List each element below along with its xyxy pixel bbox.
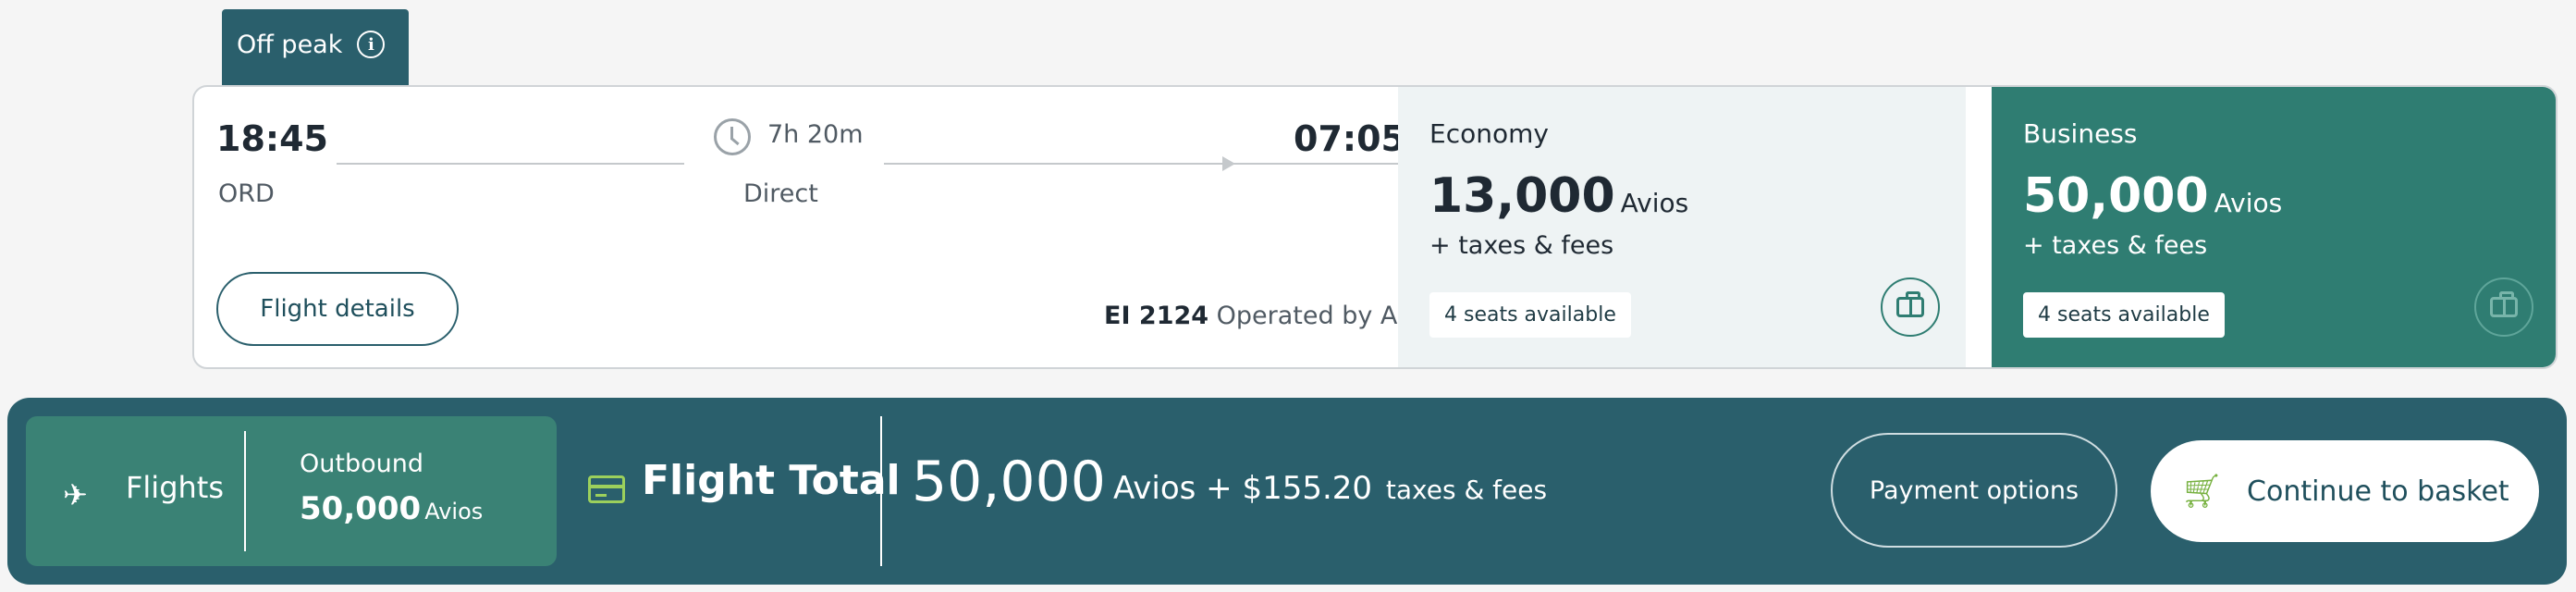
cabin-name: Economy xyxy=(1429,118,1549,149)
divider xyxy=(244,431,246,551)
baggage-icon[interactable] xyxy=(2474,278,2533,337)
flight-card: 18:45 ORD 7h 20m Direct 07:05 DUB (+1 da… xyxy=(192,85,2558,369)
info-icon[interactable]: i xyxy=(357,31,386,58)
price-value: 50,000 xyxy=(2023,168,2209,224)
economy-cabin-option[interactable]: Economy 13,000 Avios + taxes & fees 4 sea… xyxy=(1398,87,1966,367)
cabin-fees: + taxes & fees xyxy=(1429,231,1614,260)
price-unit: Avios xyxy=(2214,188,2283,218)
outbound-avios: 50,000 xyxy=(300,490,422,527)
flights-label: Flights xyxy=(126,470,224,505)
arrival-time: 07:05 xyxy=(1294,118,1405,159)
cabin-price: 50,000 Avios xyxy=(2023,168,2282,224)
baggage-icon[interactable] xyxy=(1881,278,1940,337)
flight-total-label: Flight Total xyxy=(642,457,901,504)
flight-stops: Direct xyxy=(743,179,818,208)
price-value: 13,000 xyxy=(1429,168,1615,224)
basket-button-label: Continue to basket xyxy=(2247,475,2509,508)
off-peak-tab: Off peak i xyxy=(222,9,409,85)
cabin-name: Business xyxy=(2023,118,2138,149)
outbound-unit: Avios xyxy=(424,499,484,524)
continue-to-basket-button[interactable]: 🛒︎ Continue to basket xyxy=(2151,440,2539,542)
outbound-value: 50,000 Avios xyxy=(300,490,483,527)
departure-time: 18:45 xyxy=(216,118,328,159)
total-avios: 50,000 xyxy=(912,450,1106,514)
outbound-label: Outbound xyxy=(300,450,423,478)
seats-available-badge: 4 seats available xyxy=(1429,292,1631,338)
flights-summary: ✈ Flights Outbound 50,000 Avios xyxy=(26,416,557,566)
route-line-right xyxy=(884,163,1426,165)
flight-duration: 7h 20m xyxy=(767,120,864,149)
clock-icon xyxy=(714,118,751,155)
plane-takeoff-icon: ✈ xyxy=(63,477,88,512)
basket-summary-bar: ✈ Flights Outbound 50,000 Avios Flight To… xyxy=(7,398,2567,585)
cabin-fees: + taxes & fees xyxy=(2023,231,2208,260)
price-unit: Avios xyxy=(1620,188,1689,218)
total-breakdown: Avios + $155.20 taxes & fees xyxy=(1113,470,1547,507)
credit-card-icon xyxy=(588,475,625,503)
total-avios-unit: Avios + xyxy=(1113,470,1233,507)
off-peak-label: Off peak xyxy=(237,30,343,59)
seats-available-badge: 4 seats available xyxy=(2023,292,2225,338)
departure-airport: ORD xyxy=(218,179,275,208)
total-money: $155.20 xyxy=(1242,470,1373,507)
total-fees-label: taxes & fees xyxy=(1385,475,1548,505)
flight-details-button[interactable]: Flight details xyxy=(216,272,459,346)
flight-number: EI 2124 xyxy=(1104,302,1209,330)
divider xyxy=(880,416,882,566)
cart-icon: 🛒︎ xyxy=(2180,473,2224,511)
cabin-price: 13,000 Avios xyxy=(1429,168,1688,224)
business-cabin-option[interactable]: Business 50,000 Avios + taxes & fees 4 se… xyxy=(1992,87,2556,367)
payment-options-button[interactable]: Payment options xyxy=(1831,433,2117,548)
route-line-left xyxy=(337,163,684,165)
arrow-right-icon xyxy=(1222,156,1235,171)
